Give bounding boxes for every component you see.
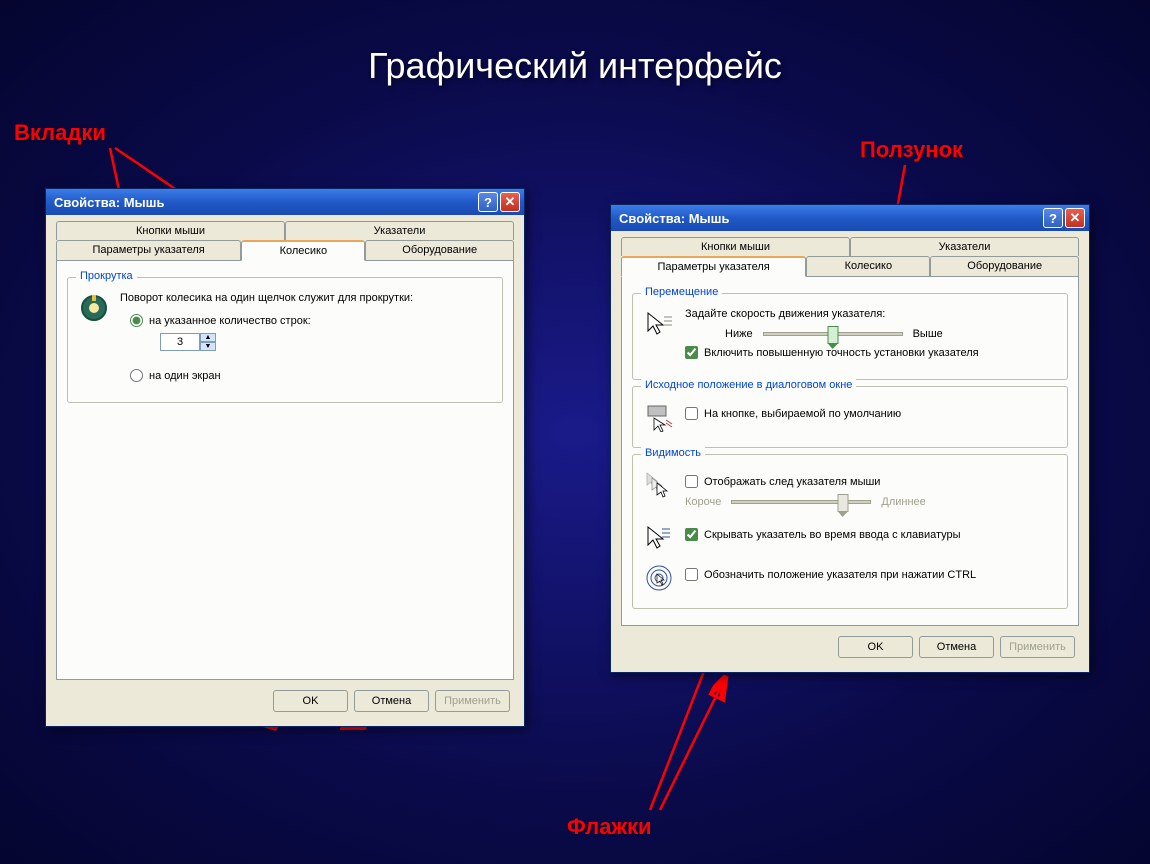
cursor-speed-icon: [643, 308, 675, 340]
trail-slider: [731, 500, 871, 504]
check-ctrl-label: Обозначить положение указателя при нажат…: [704, 569, 976, 581]
radio-screen-label: на один экран: [149, 370, 221, 382]
groupbox-scroll: Прокрутка Поворот колесика на один щелчо…: [67, 277, 503, 403]
spinner-down[interactable]: ▼: [200, 342, 216, 351]
scroll-desc: Поворот колесика на один щелчок служит д…: [120, 292, 492, 304]
apply-button[interactable]: Применить: [435, 690, 510, 712]
apply-button[interactable]: Применить: [1000, 636, 1075, 658]
ctrl-icon: [643, 562, 675, 594]
slider-thumb[interactable]: [827, 326, 838, 344]
check-snap-label: На кнопке, выбираемой по умолчанию: [704, 408, 901, 420]
check-hide[interactable]: [685, 528, 698, 541]
trail-icon: [643, 469, 675, 501]
check-hide-label: Скрывать указатель во время ввода с клав…: [704, 529, 961, 541]
groupbox-title: Исходное положение в диалоговом окне: [641, 379, 856, 391]
help-button[interactable]: ?: [478, 192, 498, 212]
hide-icon: [643, 522, 675, 554]
titlebar[interactable]: Свойства: Мышь ? ✕: [611, 205, 1089, 231]
cancel-button[interactable]: Отмена: [919, 636, 994, 658]
slider-high-label: Выше: [913, 328, 943, 340]
spinner-up[interactable]: ▲: [200, 333, 216, 342]
speed-slider[interactable]: [763, 332, 903, 336]
groupbox-title: Перемещение: [641, 286, 722, 298]
window-title: Свойства: Мышь: [615, 211, 1041, 226]
radio-lines[interactable]: [130, 314, 143, 327]
dialog-mouse-wheel: Свойства: Мышь ? ✕ Кнопки мыши Указатели…: [45, 188, 525, 727]
annotation-tabs: Вкладки: [14, 120, 106, 146]
slider-low-label: Ниже: [725, 328, 753, 340]
tab-pointers[interactable]: Указатели: [850, 237, 1079, 256]
check-trail-label: Отображать след указателя мыши: [704, 476, 880, 488]
dialog-mouse-pointer-options: Свойства: Мышь ? ✕ Кнопки мыши Указатели…: [610, 204, 1090, 673]
close-button[interactable]: ✕: [500, 192, 520, 212]
cancel-button[interactable]: Отмена: [354, 690, 429, 712]
annotation-checkboxes: Флажки: [567, 814, 652, 840]
help-button[interactable]: ?: [1043, 208, 1063, 228]
groupbox-title: Видимость: [641, 447, 705, 459]
slider-thumb: [837, 494, 848, 512]
tab-pointer-options[interactable]: Параметры указателя: [56, 240, 241, 260]
check-snap[interactable]: [685, 407, 698, 420]
groupbox-snap: Исходное положение в диалоговом окне На …: [632, 386, 1068, 448]
check-precision-label: Включить повышенную точность установки у…: [704, 347, 979, 359]
tab-wheel[interactable]: Колесико: [806, 256, 930, 276]
tab-buttons[interactable]: Кнопки мыши: [621, 237, 850, 256]
ok-button[interactable]: OK: [838, 636, 913, 658]
tab-pointers[interactable]: Указатели: [285, 221, 514, 240]
trail-long-label: Длиннее: [881, 496, 925, 508]
trail-short-label: Короче: [685, 496, 721, 508]
close-button[interactable]: ✕: [1065, 208, 1085, 228]
groupbox-visibility: Видимость Отображать след указателя мыши: [632, 454, 1068, 609]
groupbox-motion: Перемещение Задайте скорость движения ук…: [632, 293, 1068, 380]
annotation-slider: Ползунок: [860, 137, 963, 163]
tab-pointer-options[interactable]: Параметры указателя: [621, 256, 806, 277]
window-title: Свойства: Мышь: [50, 195, 476, 210]
slide-title: Графический интерфейс: [0, 0, 1150, 87]
snap-icon: [643, 401, 675, 433]
wheel-icon: [78, 292, 110, 324]
ok-button[interactable]: OK: [273, 690, 348, 712]
check-trail[interactable]: [685, 475, 698, 488]
lines-spinner-input[interactable]: [160, 333, 200, 351]
groupbox-title: Прокрутка: [76, 270, 137, 282]
tab-hardware[interactable]: Оборудование: [930, 256, 1079, 276]
motion-desc: Задайте скорость движения указателя:: [685, 308, 1057, 320]
check-ctrl[interactable]: [685, 568, 698, 581]
tab-wheel[interactable]: Колесико: [241, 240, 365, 261]
titlebar[interactable]: Свойства: Мышь ? ✕: [46, 189, 524, 215]
tab-hardware[interactable]: Оборудование: [365, 240, 514, 260]
check-precision[interactable]: [685, 346, 698, 359]
tab-buttons[interactable]: Кнопки мыши: [56, 221, 285, 240]
radio-lines-label: на указанное количество строк:: [149, 315, 311, 327]
radio-screen[interactable]: [130, 369, 143, 382]
